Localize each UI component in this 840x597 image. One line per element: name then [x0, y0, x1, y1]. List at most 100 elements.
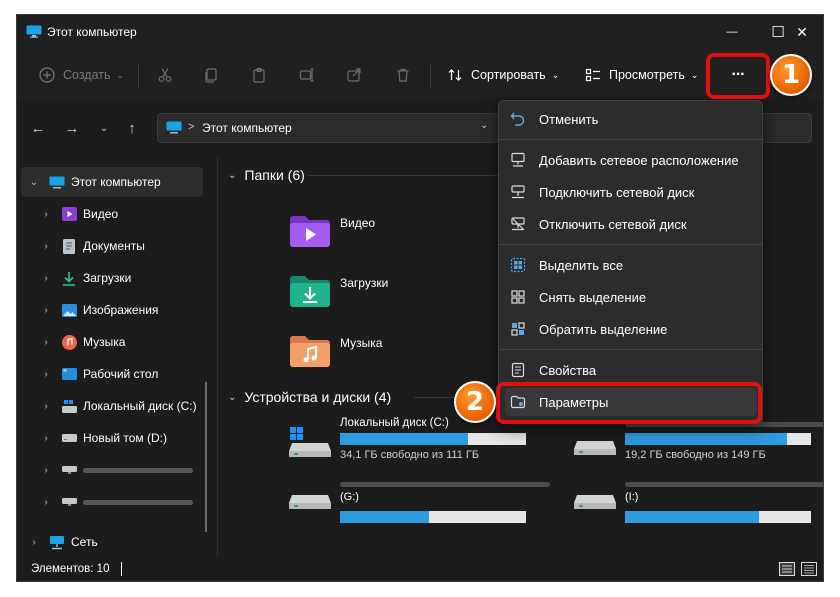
drive-d-tile[interactable]: 19,2 ГБ свободно из 149 ГБ	[573, 417, 823, 479]
properties-icon	[509, 361, 527, 379]
chevron-down-icon: ⌄	[99, 122, 109, 134]
downloads-icon	[61, 270, 77, 286]
chevron-right-icon[interactable]: ›	[39, 401, 53, 412]
drive-free-space: 34,1 ГБ свободно из 111 ГБ	[340, 449, 480, 461]
more-options-menu: Отменить Добавить сетевое расположение П…	[498, 100, 763, 424]
chevron-right-icon[interactable]: ›	[39, 465, 53, 476]
cut-button[interactable]	[155, 51, 175, 99]
title-bar: Этот компьютер — ☐ ✕	[17, 15, 823, 51]
chevron-down-icon[interactable]: ⌄	[480, 120, 488, 131]
sidebar-item-documents[interactable]: › Документы	[21, 231, 203, 261]
sidebar-item-network-drive[interactable]: ›	[21, 455, 203, 485]
sort-icon	[445, 65, 465, 85]
menu-item-add-network-location[interactable]: Добавить сетевое расположение	[505, 146, 757, 174]
group-divider	[308, 175, 508, 176]
sidebar-item-label: Этот компьютер	[71, 175, 161, 189]
folders-group-header[interactable]: ⌄ Папки (6)	[228, 165, 305, 185]
create-button[interactable]: Создать ⌄	[37, 51, 124, 99]
close-button[interactable]: ✕	[779, 15, 823, 49]
drive-g-tile[interactable]: (G:)	[288, 477, 558, 539]
minimize-button[interactable]: —	[709, 15, 755, 49]
menu-item-undo[interactable]: Отменить	[505, 105, 757, 133]
sidebar-item-network-drive[interactable]: ›	[21, 487, 203, 517]
menu-item-disconnect-network-drive[interactable]: Отключить сетевой диск	[505, 210, 757, 238]
invert-selection-icon	[509, 320, 527, 338]
step1-badge: 1	[770, 54, 812, 96]
menu-item-invert-selection[interactable]: Обратить выделение	[505, 315, 757, 343]
sidebar-item-this-pc[interactable]: ⌄ Этот компьютер	[21, 167, 203, 197]
sidebar-item-drive-c[interactable]: › Локальный диск (C:)	[21, 391, 203, 421]
monitor-icon	[49, 174, 65, 190]
delete-button[interactable]	[393, 51, 413, 99]
copy-button[interactable]	[201, 51, 221, 99]
step-number: 1	[781, 60, 801, 90]
select-all-icon	[509, 256, 527, 274]
view-button[interactable]: Просмотреть ⌄	[583, 51, 698, 99]
sidebar-item-desktop[interactable]: › Рабочий стол	[21, 359, 203, 389]
chevron-right-icon[interactable]: ›	[39, 337, 53, 348]
sidebar-item-drive-d[interactable]: › Новый том (D:)	[21, 423, 203, 453]
chevron-right-icon[interactable]: ›	[39, 273, 53, 284]
drive-c-tile[interactable]: Локальный диск (C:) 34,1 ГБ свободно из …	[288, 417, 558, 479]
up-button[interactable]: ↑	[121, 117, 143, 139]
breadcrumb-this-pc[interactable]: Этот компьютер	[202, 121, 292, 135]
undo-icon	[509, 110, 527, 128]
menu-item-label: Выделить все	[539, 257, 624, 273]
folder-music[interactable]: Музыка	[288, 333, 488, 381]
sort-button[interactable]: Сортировать ⌄	[445, 51, 559, 99]
network-icon	[49, 534, 65, 550]
details-view-icon[interactable]	[779, 562, 795, 581]
chevron-right-icon[interactable]: ›	[39, 369, 53, 380]
sidebar-item-label: Документы	[83, 239, 145, 253]
network-drive-icon	[61, 494, 77, 510]
plus-circle-icon	[37, 65, 57, 85]
chevron-down-icon[interactable]: ⌄	[27, 177, 41, 188]
chevron-down-icon: ⌄	[690, 69, 699, 80]
sidebar-item-music[interactable]: › Музыка	[21, 327, 203, 357]
sidebar-item-pictures[interactable]: › Изображения	[21, 295, 203, 325]
folder-video[interactable]: Видео	[288, 213, 488, 261]
recent-locations-button[interactable]: ⌄	[93, 117, 115, 139]
chevron-right-icon[interactable]: ›	[39, 209, 53, 220]
toolbar-separator	[430, 63, 431, 89]
rename-button[interactable]	[297, 51, 317, 99]
menu-item-map-network-drive[interactable]: Подключить сетевой диск	[505, 178, 757, 206]
sidebar-item-video[interactable]: › Видео	[21, 199, 203, 229]
drive-usage-bar	[340, 433, 526, 445]
monitor-icon	[26, 25, 42, 38]
status-bar: Элементов: 10	[17, 557, 823, 581]
group-title: Устройства и диски (4)	[244, 389, 392, 405]
forward-button[interactable]: →	[61, 117, 83, 139]
address-bar[interactable]: > Этот компьютер ⌄	[157, 113, 499, 143]
chevron-right-icon[interactable]: ›	[27, 537, 41, 548]
video-folder-icon	[288, 213, 332, 249]
redacted-drive-label	[83, 467, 193, 473]
drives-group-header[interactable]: ⌄ Устройства и диски (4)	[228, 387, 391, 407]
menu-item-properties[interactable]: Свойства	[505, 356, 757, 384]
menu-item-select-all[interactable]: Выделить все	[505, 251, 757, 279]
chevron-right-icon[interactable]: ›	[39, 241, 53, 252]
select-none-icon	[509, 288, 527, 306]
sidebar-item-downloads[interactable]: › Загрузки	[21, 263, 203, 293]
search-box[interactable]	[757, 113, 812, 143]
sidebar-item-label: Рабочий стол	[83, 367, 159, 381]
sidebar-scrollbar[interactable]	[205, 382, 207, 532]
drive-i-tile[interactable]: (I:)	[573, 477, 823, 539]
command-bar: Создать ⌄ Сортировать ⌄ Просмотреть ⌄ ··…	[17, 51, 823, 99]
view-label: Просмотреть	[609, 68, 685, 82]
music-folder-icon	[288, 333, 332, 369]
tiles-view-icon[interactable]	[801, 562, 817, 581]
chevron-down-icon: ⌄	[228, 391, 237, 403]
menu-item-select-none[interactable]: Снять выделение	[505, 283, 757, 311]
folder-downloads[interactable]: Загрузки	[288, 273, 488, 321]
chevron-right-icon[interactable]: ›	[39, 305, 53, 316]
menu-item-label: Свойства	[539, 362, 597, 378]
back-button[interactable]: ←	[27, 117, 49, 139]
drive-usage-fill	[340, 433, 469, 445]
drive-letter: (I:)	[625, 491, 639, 503]
paste-button[interactable]	[249, 51, 269, 99]
chevron-right-icon[interactable]: ›	[39, 497, 53, 508]
share-button[interactable]	[344, 51, 364, 99]
chevron-right-icon[interactable]: ›	[39, 433, 53, 444]
sidebar-item-network[interactable]: › Сеть	[21, 527, 203, 557]
